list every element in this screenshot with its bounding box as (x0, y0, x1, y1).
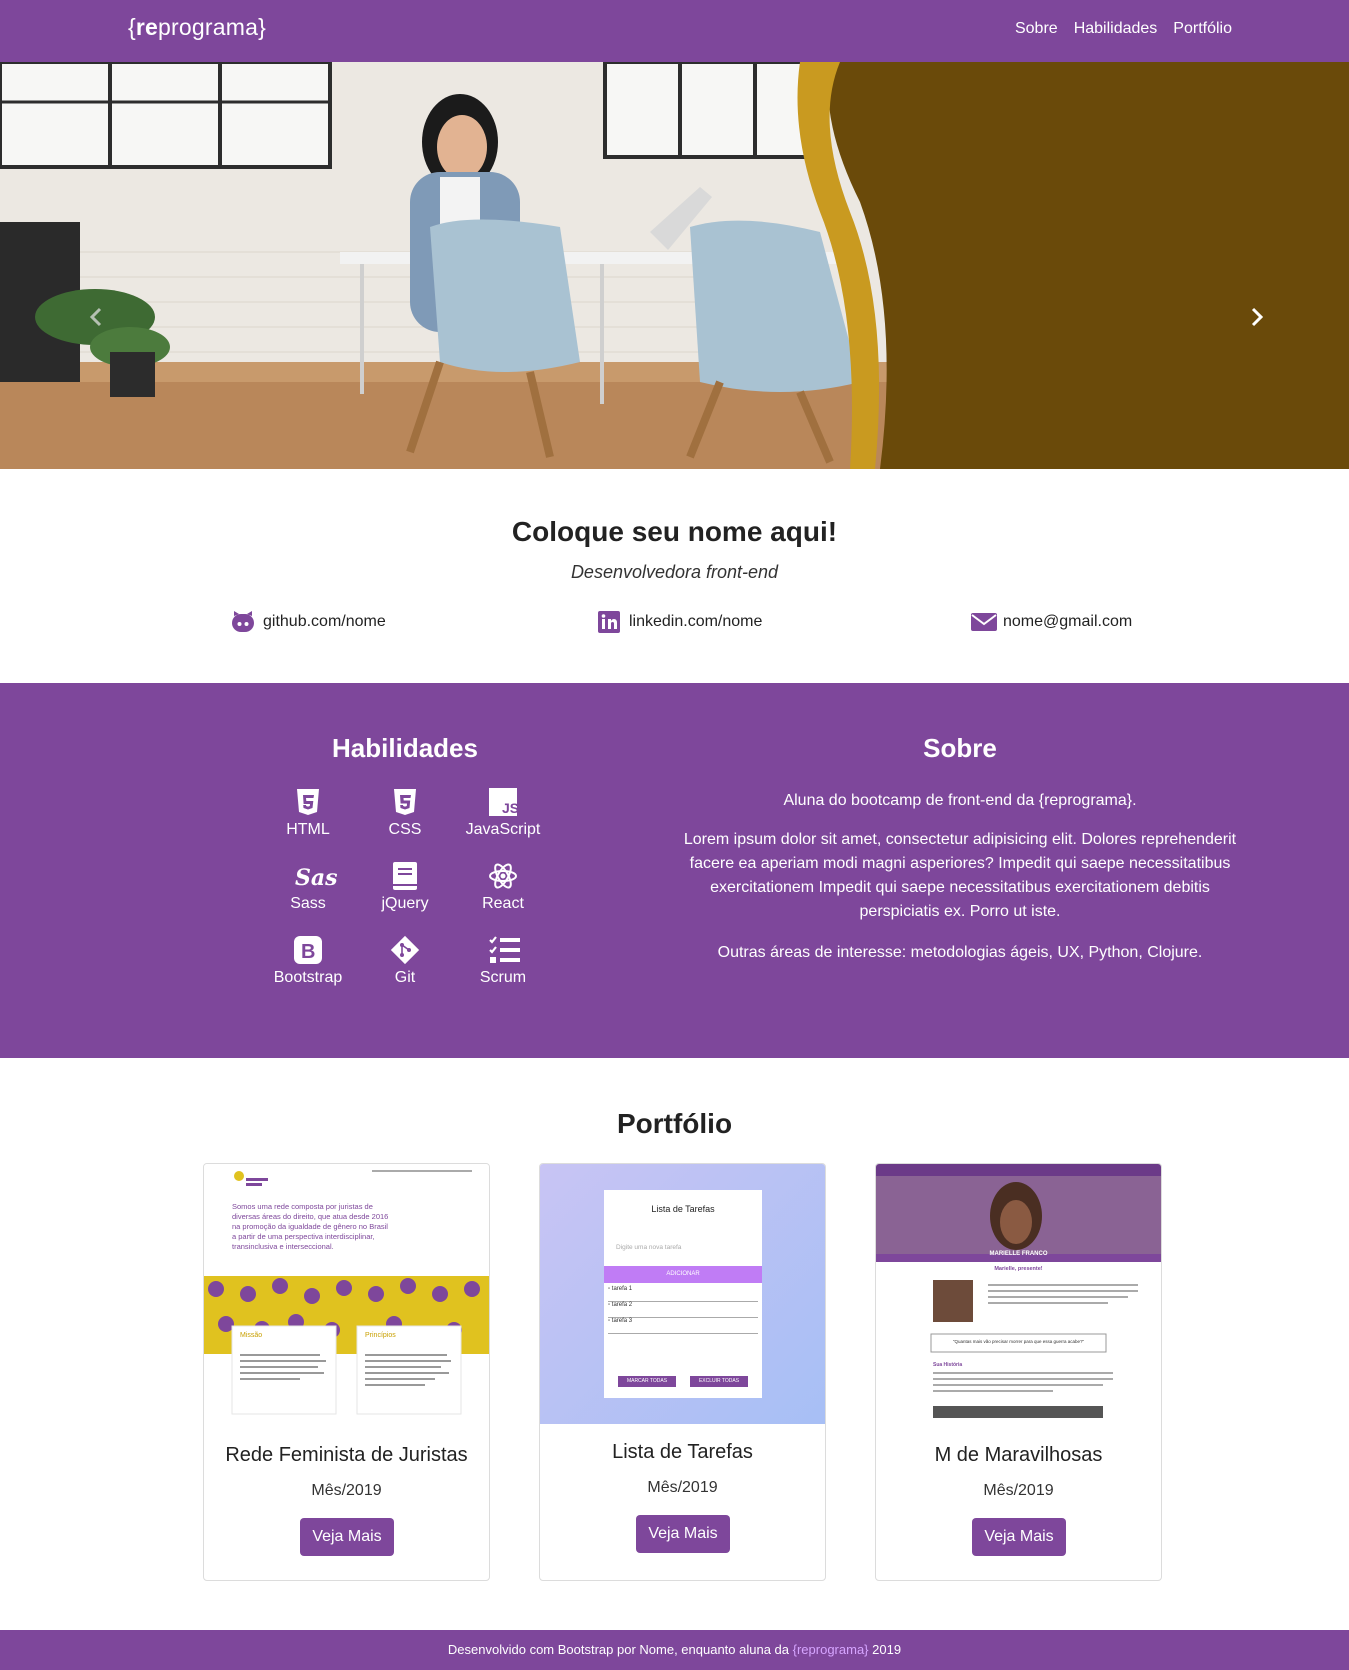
about-title: Sobre (923, 733, 997, 763)
thumb-box-title: Missão (240, 1332, 263, 1339)
contact-github-link[interactable]: github.com/nome (231, 610, 386, 634)
thumb-task-list: ▫ tarefa 1 ▫ tarefa 2 ▫ tarefa 3 (608, 1286, 758, 1334)
svg-text:JS: JS (502, 800, 518, 816)
thumb-task: tarefa 3 (611, 1318, 633, 1324)
skill-label: Git (394, 969, 416, 986)
hero-image (0, 62, 1349, 469)
skill-css: CSS (360, 787, 450, 839)
project-thumbnail[interactable]: MARIELLE FRANCO Marielle, presente! "Qua… (876, 1164, 1161, 1424)
javascript-icon: JS (488, 787, 519, 817)
see-more-button[interactable]: Veja Mais (972, 1518, 1066, 1556)
carousel-prev-button[interactable] (88, 307, 118, 337)
see-more-button[interactable]: Veja Mais (300, 1518, 394, 1556)
footer-text: Desenvolvido com Bootstrap por Nome, enq… (447, 1642, 793, 1657)
thumb-placeholder: Digite uma nova tarefa (616, 1244, 682, 1251)
brand-rest: programa} (158, 14, 266, 40)
github-icon (231, 610, 255, 634)
skills-about-section: Habilidades HTML CSS JS JavaScript Sas s … (0, 683, 1349, 1058)
nav-link-portfolio[interactable]: Portfólio (1173, 20, 1232, 38)
card-date: Mês/2019 (983, 1482, 1054, 1499)
react-icon (488, 861, 518, 891)
bootstrap-icon: B (293, 935, 323, 965)
thumb-delete-all: EXCLUIR TODAS (690, 1376, 748, 1387)
thumb-text: Somos uma rede composta por juristas de … (232, 1202, 389, 1251)
skill-label: jQuery (381, 895, 429, 912)
footer: Desenvolvido com Bootstrap por Nome, enq… (0, 1630, 1349, 1670)
book-icon (390, 861, 420, 891)
svg-text:B: B (301, 941, 315, 963)
skill-label: Scrum (479, 969, 527, 986)
thumb-task: tarefa 2 (611, 1302, 633, 1308)
carousel-next-button[interactable] (1249, 307, 1279, 337)
thumb-banner: MARIELLE FRANCO (989, 1251, 1048, 1257)
card-title: Lista de Tarefas (612, 1441, 753, 1463)
thumb-app-panel: Lista de Tarefas Digite uma nova tarefa … (604, 1190, 762, 1398)
envelope-icon (971, 610, 997, 634)
skill-git: Git (360, 935, 450, 987)
nav-links: Sobre Habilidades Portfólio (1015, 20, 1232, 38)
thumb-box-title: Princípios (365, 1332, 396, 1339)
thumb-task: tarefa 1 (611, 1286, 633, 1292)
intro-role: Desenvolvedora front-end (570, 562, 779, 582)
thumb-section: Sua História (933, 1362, 963, 1368)
project-thumbnail[interactable]: Lista de Tarefas Digite uma nova tarefa … (540, 1164, 825, 1424)
skill-label: Bootstrap (273, 969, 343, 986)
thumb-mark-all: MARCAR TODAS (618, 1376, 676, 1387)
skill-sass: Sass Sass (263, 861, 353, 913)
card-date: Mês/2019 (647, 1479, 718, 1496)
navbar: {reprograma} Sobre Habilidades Portfólio (0, 0, 1349, 62)
skill-label: React (482, 895, 524, 912)
portfolio-card-2: Lista de Tarefas Digite uma nova tarefa … (539, 1163, 826, 1581)
css3-icon (390, 787, 420, 817)
svg-text:Sass: Sass (295, 865, 337, 891)
see-more-button[interactable]: Veja Mais (636, 1515, 730, 1553)
skill-label: CSS (388, 821, 422, 838)
hero-carousel (0, 62, 1349, 469)
skill-label: HTML (286, 821, 330, 838)
thumb-quote: "Quantas mais vão precisar morrer para q… (952, 1339, 1085, 1344)
skills-title: Habilidades (332, 733, 478, 763)
card-title: M de Maravilhosas (934, 1444, 1103, 1466)
portfolio-card-1: Somos uma rede composta por juristas de … (203, 1163, 490, 1581)
skill-javascript: JS JavaScript (458, 787, 548, 839)
about-paragraph-1: Aluna do bootcamp de front-end da {repro… (783, 792, 1137, 809)
skill-bootstrap: B Bootstrap (263, 935, 353, 987)
thumb-greeting: Marielle, presente! (994, 1266, 1043, 1272)
contact-email-link[interactable]: nome@gmail.com (971, 610, 1132, 634)
brand-logo[interactable]: {reprograma} (128, 14, 266, 41)
footer-year: 2019 (868, 1642, 902, 1657)
sass-icon: Sass (293, 861, 350, 891)
thumb-add: ADICIONAR (604, 1266, 762, 1283)
git-icon (390, 935, 420, 965)
linkedin-icon (597, 610, 621, 634)
skill-label: JavaScript (465, 821, 541, 838)
card-title: Rede Feminista de Juristas (225, 1444, 468, 1466)
contact-linkedin-text: linkedin.com/nome (629, 613, 763, 630)
footer-reprograma-link[interactable]: {reprograma} (793, 1642, 869, 1657)
intro-name: Coloque seu nome aqui! (511, 516, 838, 547)
html5-icon (293, 787, 323, 817)
project-thumbnail[interactable]: Somos uma rede composta por juristas de … (204, 1164, 489, 1424)
portfolio-card-3: MARIELLE FRANCO Marielle, presente! "Qua… (875, 1163, 1162, 1581)
contact-linkedin-link[interactable]: linkedin.com/nome (597, 610, 762, 634)
skill-scrum: Scrum (458, 935, 548, 987)
skill-jquery: jQuery (360, 861, 450, 913)
nav-link-habilidades[interactable]: Habilidades (1074, 20, 1158, 38)
tasks-icon (488, 935, 520, 965)
skill-label: Sass (290, 895, 326, 912)
about-paragraph-3: Outras áreas de interesse: metodologias … (717, 944, 1203, 961)
about-paragraph-2: Lorem ipsum dolor sit amet, consectetur … (683, 831, 1237, 920)
portfolio-title: Portfólio (616, 1108, 733, 1139)
thumb-heading: Lista de Tarefas (651, 1204, 715, 1214)
contact-email-text: nome@gmail.com (1003, 613, 1133, 630)
card-date: Mês/2019 (311, 1482, 382, 1499)
skill-html: HTML (263, 787, 353, 839)
brand-bold: re (135, 14, 159, 40)
skill-react: React (458, 861, 548, 913)
brand-prefix: { (128, 14, 136, 40)
nav-link-sobre[interactable]: Sobre (1015, 20, 1058, 38)
contact-github-text: github.com/nome (263, 613, 386, 630)
